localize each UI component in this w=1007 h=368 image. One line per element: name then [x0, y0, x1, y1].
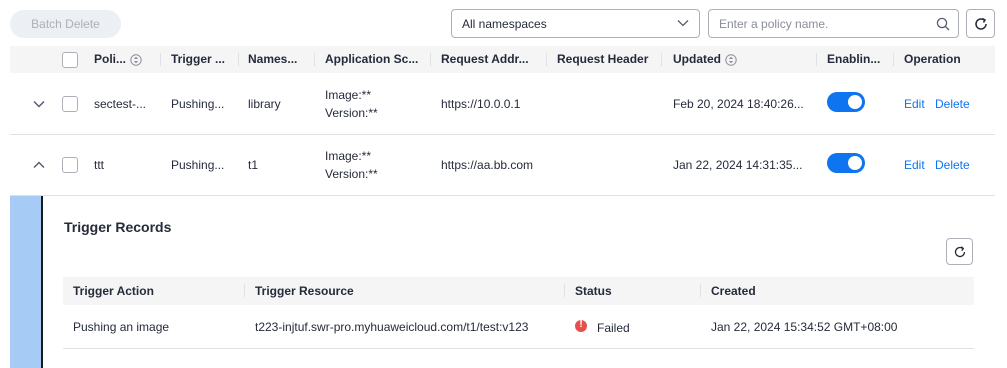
column-header-request-header: Request Header: [557, 52, 649, 66]
column-header-updated-label: Updated: [673, 52, 721, 66]
column-header-application-scope: Application Sc...: [325, 52, 419, 66]
namespace-select-value: All namespaces: [462, 17, 547, 31]
policy-name: sectest-...: [94, 97, 147, 111]
chevron-up-icon[interactable]: [31, 157, 47, 173]
column-separator[interactable]: [816, 53, 817, 66]
row-checkbox[interactable]: [62, 157, 78, 173]
column-header-created: Created: [711, 284, 756, 298]
scope-version: Version:**: [325, 106, 378, 120]
policy-name: ttt: [94, 158, 105, 172]
toggle-knob: [848, 156, 862, 170]
trigger-type: Pushing...: [171, 97, 225, 111]
chevron-down-icon[interactable]: [31, 96, 47, 112]
sort-icon[interactable]: [725, 54, 737, 66]
created-time: Jan 22, 2024 15:34:52 GMT+08:00: [711, 320, 898, 334]
scope-image: Image:**: [325, 149, 372, 163]
request-address: https://10.0.0.1: [441, 97, 521, 111]
column-header-request-address: Request Addr...: [441, 52, 529, 66]
refresh-icon: [975, 17, 987, 30]
chevron-down-icon: [677, 20, 689, 27]
column-header-trigger-action: Trigger Action: [73, 284, 154, 298]
column-separator[interactable]: [244, 284, 245, 297]
table-header: Poli... Trigger ... Names... Application…: [10, 46, 995, 73]
trigger-action: Pushing an image: [73, 320, 170, 334]
column-separator[interactable]: [564, 284, 565, 297]
column-separator[interactable]: [893, 53, 894, 66]
column-separator[interactable]: [160, 53, 161, 66]
column-header-trigger-resource: Trigger Resource: [255, 284, 354, 298]
delete-link[interactable]: Delete: [935, 97, 970, 111]
search-input[interactable]: [719, 15, 924, 33]
expand-indicator-bar: [10, 196, 41, 368]
column-header-policy[interactable]: Poli...: [94, 46, 154, 73]
records-table-row: Pushing an image t223-injtuf.swr-pro.myh…: [63, 305, 974, 349]
row-checkbox[interactable]: [62, 96, 78, 112]
namespace-select[interactable]: All namespaces: [451, 9, 700, 38]
column-header-status: Status: [575, 284, 612, 298]
namespace: t1: [248, 158, 259, 172]
scope-version: Version:**: [325, 167, 378, 181]
refresh-icon: [954, 246, 966, 258]
column-header-policy-label: Poli...: [94, 52, 127, 66]
column-header-trigger: Trigger ...: [171, 52, 226, 66]
sort-icon[interactable]: [130, 54, 142, 66]
column-separator[interactable]: [661, 53, 662, 66]
records-refresh-button[interactable]: [946, 238, 973, 265]
column-header-operation: Operation: [904, 52, 961, 66]
batch-delete-button[interactable]: Batch Delete: [10, 10, 121, 38]
enable-toggle[interactable]: [827, 92, 865, 112]
updated-time: Jan 22, 2024 14:31:35...: [673, 158, 803, 172]
column-header-namespace: Names...: [248, 52, 298, 66]
status-text: Failed: [597, 321, 630, 335]
trigger-type: Pushing...: [171, 158, 225, 172]
updated-time: Feb 20, 2024 18:40:26...: [673, 97, 804, 111]
edit-link[interactable]: Edit: [904, 158, 925, 172]
request-address: https://aa.bb.com: [441, 158, 534, 172]
records-table-header: Trigger Action Trigger Resource Status C…: [63, 277, 974, 305]
select-all-checkbox[interactable]: [62, 52, 78, 68]
column-header-updated[interactable]: Updated: [673, 46, 773, 73]
trigger-records-title: Trigger Records: [64, 219, 172, 235]
table-row: sectest-... Pushing... library Image:** …: [10, 73, 995, 135]
scope-image: Image:**: [325, 88, 372, 102]
column-separator[interactable]: [430, 53, 431, 66]
expand-divider: [41, 196, 43, 368]
search-field[interactable]: [708, 9, 959, 38]
error-icon: [575, 319, 587, 332]
column-separator[interactable]: [700, 284, 701, 297]
trigger-resource: t223-injtuf.swr-pro.myhuaweicloud.com/t1…: [255, 320, 529, 334]
namespace: library: [248, 97, 281, 111]
refresh-button[interactable]: [966, 9, 995, 38]
column-separator[interactable]: [314, 53, 315, 66]
trigger-records-panel: Trigger Records Trigger Action Trigger R…: [10, 196, 995, 368]
column-header-enabling: Enablin...: [827, 52, 881, 66]
toggle-knob: [848, 95, 862, 109]
enable-toggle[interactable]: [827, 153, 865, 173]
edit-link[interactable]: Edit: [904, 97, 925, 111]
column-separator[interactable]: [546, 53, 547, 66]
toolbar: Batch Delete All namespaces: [0, 0, 1007, 46]
delete-link[interactable]: Delete: [935, 158, 970, 172]
search-icon[interactable]: [936, 17, 950, 31]
column-separator[interactable]: [238, 53, 239, 66]
table-row: ttt Pushing... t1 Image:** Version:** ht…: [10, 135, 995, 196]
